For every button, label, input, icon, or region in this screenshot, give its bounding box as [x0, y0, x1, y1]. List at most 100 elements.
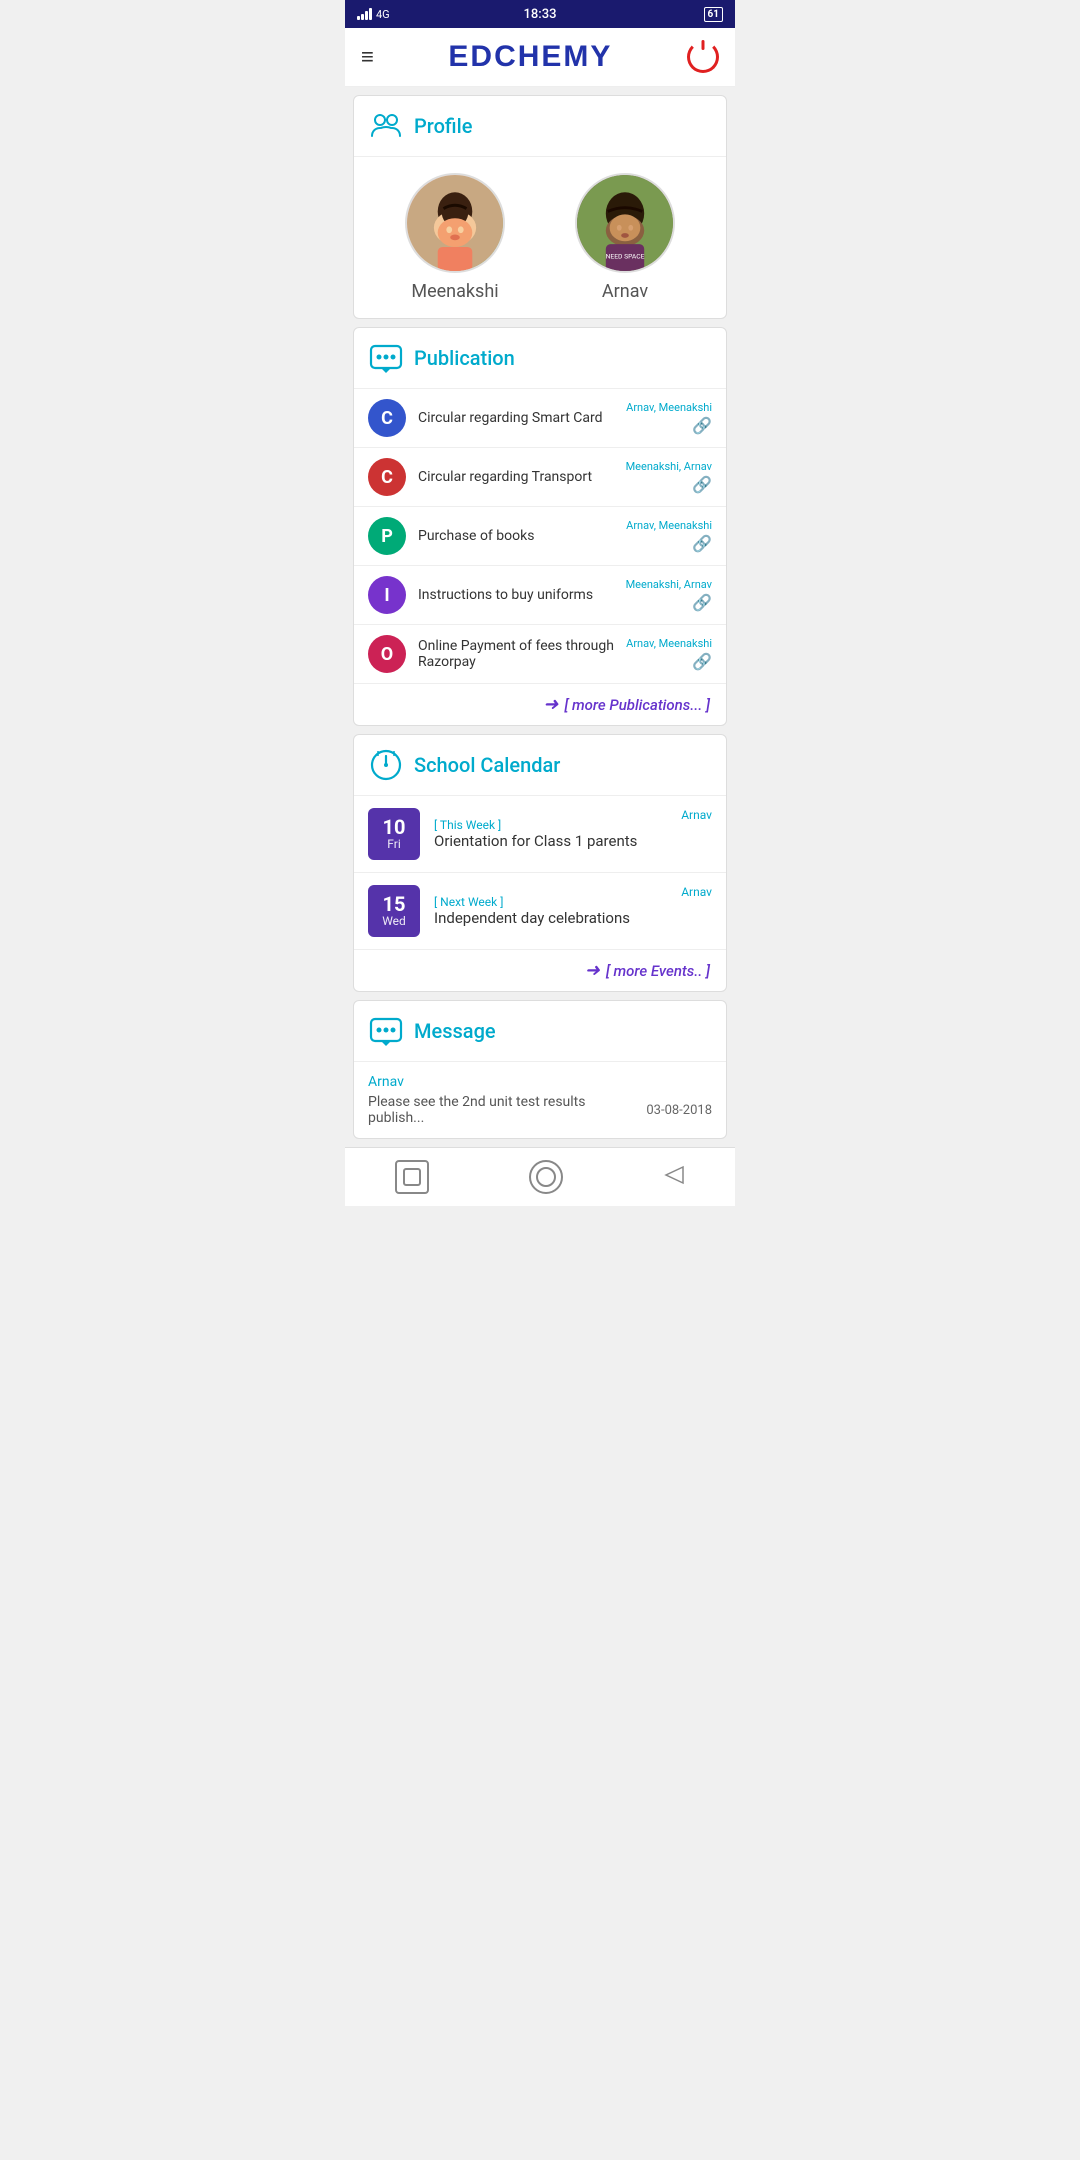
pub-icon-1: C: [368, 458, 406, 496]
network-type: 4G: [376, 8, 390, 21]
pub-content-4: Online Payment of fees through Razorpay: [418, 638, 614, 670]
cal-item-0[interactable]: 10 Fri [ This Week ] Orientation for Cla…: [354, 796, 726, 873]
calendar-header: School Calendar: [354, 735, 726, 796]
cal-date-0: 10 Fri: [368, 808, 420, 860]
status-right: 61: [704, 7, 723, 22]
pub-icon-3: I: [368, 576, 406, 614]
pub-title-1: Circular regarding Transport: [418, 469, 614, 485]
power-button[interactable]: [687, 41, 719, 73]
publication-icon: [368, 340, 404, 376]
message-header: Message: [354, 1001, 726, 1062]
message-title: Message: [414, 1019, 496, 1043]
cal-date-1: 15 Wed: [368, 885, 420, 937]
cal-content-0: [ This Week ] Orientation for Class 1 pa…: [434, 818, 667, 850]
cal-day-num-1: 15: [383, 894, 406, 914]
calendar-card: School Calendar 10 Fri [ This Week ] Ori…: [353, 734, 727, 992]
pub-students-4: Arnav, Meenakshi: [626, 637, 712, 650]
pub-students-3: Meenakshi, Arnav: [626, 578, 712, 591]
nav-home-button[interactable]: [529, 1160, 563, 1194]
more-events-arrow: ➜: [585, 960, 600, 981]
menu-button[interactable]: ≡: [361, 44, 374, 70]
message-item-0[interactable]: Arnav Please see the 2nd unit test resul…: [354, 1062, 726, 1138]
cal-event-title-1: Independent day celebrations: [434, 909, 667, 927]
pub-meta-0: Arnav, Meenakshi 🔗: [626, 401, 712, 435]
pub-meta-3: Meenakshi, Arnav 🔗: [626, 578, 712, 612]
nav-back-button[interactable]: [663, 1164, 685, 1190]
more-events-label: [ more Events.. ]: [606, 962, 710, 980]
pub-content-3: Instructions to buy uniforms: [418, 587, 614, 603]
attachment-icon-2: 🔗: [692, 534, 712, 553]
profile-icon: [368, 108, 404, 144]
message-date-0: 03-08-2018: [646, 1103, 712, 1118]
pub-students-0: Arnav, Meenakshi: [626, 401, 712, 414]
pub-item-0[interactable]: C Circular regarding Smart Card Arnav, M…: [354, 389, 726, 448]
profile-title: Profile: [414, 114, 472, 138]
attachment-icon-3: 🔗: [692, 593, 712, 612]
avatar-meenakshi: [405, 173, 505, 273]
pub-title-0: Circular regarding Smart Card: [418, 410, 614, 426]
publication-card: Publication C Circular regarding Smart C…: [353, 327, 727, 726]
cal-day-name-0: Fri: [387, 837, 400, 851]
attachment-icon-0: 🔗: [692, 416, 712, 435]
more-publications-link[interactable]: ➜ [ more Publications... ]: [354, 684, 726, 725]
cal-student-0: Arnav: [681, 808, 712, 822]
signal-indicator: [357, 8, 372, 20]
pub-icon-4: O: [368, 635, 406, 673]
cal-day-num-0: 10: [383, 817, 406, 837]
nav-square-button[interactable]: [395, 1160, 429, 1194]
message-card: Message Arnav Please see the 2nd unit te…: [353, 1000, 727, 1139]
profile-card: Profile Meenakshi: [353, 95, 727, 319]
bottom-nav: [345, 1147, 735, 1206]
more-publications-label: [ more Publications... ]: [564, 696, 710, 714]
cal-item-1[interactable]: 15 Wed [ Next Week ] Independent day cel…: [354, 873, 726, 950]
cal-student-1: Arnav: [681, 885, 712, 899]
status-time: 18:33: [524, 7, 557, 22]
pub-icon-2: P: [368, 517, 406, 555]
pub-title-4: Online Payment of fees through Razorpay: [418, 638, 614, 670]
app-header: ≡ EDCHEMY: [345, 28, 735, 87]
avatar-arnav: NEED SPACE: [575, 173, 675, 273]
profile-name-arnav: Arnav: [602, 281, 648, 302]
message-sender-0: Arnav: [368, 1074, 712, 1090]
profile-item-arnav[interactable]: NEED SPACE Arnav: [575, 173, 675, 302]
status-bar: 4G 18:33 61: [345, 0, 735, 28]
attachment-icon-4: 🔗: [692, 652, 712, 671]
pub-item-4[interactable]: O Online Payment of fees through Razorpa…: [354, 625, 726, 684]
pub-content-0: Circular regarding Smart Card: [418, 410, 614, 426]
pub-title-3: Instructions to buy uniforms: [418, 587, 614, 603]
more-pubs-arrow: ➜: [543, 694, 558, 715]
publication-title: Publication: [414, 346, 515, 370]
calendar-title: School Calendar: [414, 753, 560, 777]
status-left: 4G: [357, 8, 390, 21]
pub-students-2: Arnav, Meenakshi: [626, 519, 712, 532]
cal-week-tag-0: [ This Week ]: [434, 818, 667, 832]
publication-header: Publication: [354, 328, 726, 389]
message-text-0: Please see the 2nd unit test results pub…: [368, 1094, 638, 1126]
profile-name-meenakshi: Meenakshi: [411, 281, 498, 302]
battery-indicator: 61: [704, 7, 723, 22]
message-icon: [368, 1013, 404, 1049]
profile-grid: Meenakshi NEED SPACE Arnav: [354, 157, 726, 318]
pub-meta-1: Meenakshi, Arnav 🔗: [626, 460, 712, 494]
cal-day-name-1: Wed: [382, 914, 406, 928]
profile-header: Profile: [354, 96, 726, 157]
pub-students-1: Meenakshi, Arnav: [626, 460, 712, 473]
pub-icon-0: C: [368, 399, 406, 437]
calendar-icon: [368, 747, 404, 783]
message-content-0: Please see the 2nd unit test results pub…: [368, 1094, 712, 1126]
pub-meta-4: Arnav, Meenakshi 🔗: [626, 637, 712, 671]
cal-event-title-0: Orientation for Class 1 parents: [434, 832, 667, 850]
pub-item-1[interactable]: C Circular regarding Transport Meenakshi…: [354, 448, 726, 507]
profile-item-meenakshi[interactable]: Meenakshi: [405, 173, 505, 302]
pub-meta-2: Arnav, Meenakshi 🔗: [626, 519, 712, 553]
svg-text:NEED SPACE: NEED SPACE: [606, 253, 645, 261]
pub-item-2[interactable]: P Purchase of books Arnav, Meenakshi 🔗: [354, 507, 726, 566]
pub-title-2: Purchase of books: [418, 528, 614, 544]
attachment-icon-1: 🔗: [692, 475, 712, 494]
pub-item-3[interactable]: I Instructions to buy uniforms Meenakshi…: [354, 566, 726, 625]
app-title: EDCHEMY: [448, 40, 612, 74]
pub-content-1: Circular regarding Transport: [418, 469, 614, 485]
cal-content-1: [ Next Week ] Independent day celebratio…: [434, 895, 667, 927]
cal-week-tag-1: [ Next Week ]: [434, 895, 667, 909]
more-events-link[interactable]: ➜ [ more Events.. ]: [354, 950, 726, 991]
